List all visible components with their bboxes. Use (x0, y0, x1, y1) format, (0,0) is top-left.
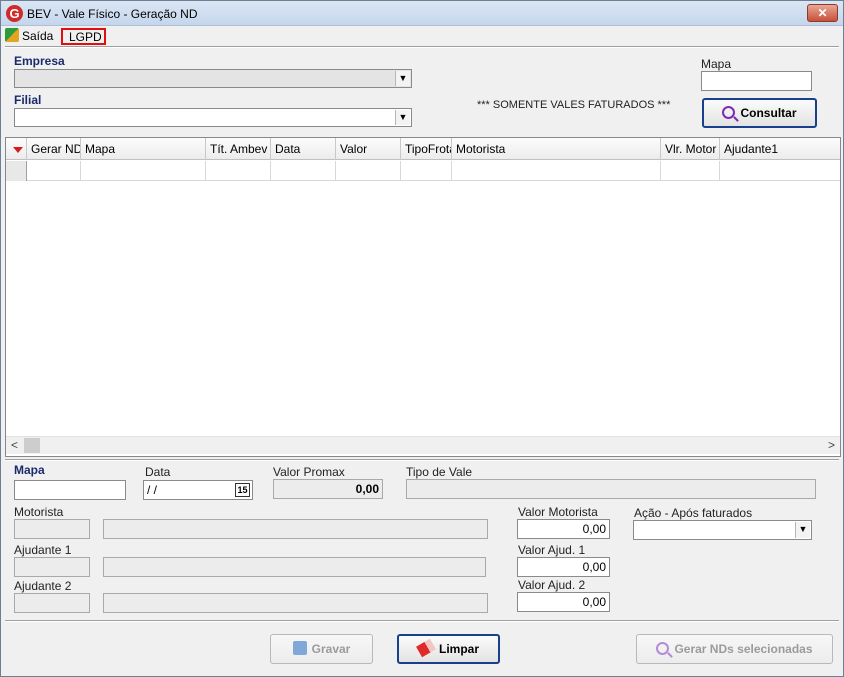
valor-ajud1-label: Valor Ajud. 1 (518, 543, 586, 557)
ajudante1-label: Ajudante 1 (14, 543, 72, 557)
data-label: Data (145, 465, 171, 479)
chevron-down-icon[interactable]: ▼ (795, 522, 810, 538)
table-row[interactable] (6, 161, 840, 181)
valor-ajud2-label: Valor Ajud. 2 (518, 578, 586, 592)
window-title: BEV - Vale Físico - Geração ND (27, 7, 198, 21)
mapa-detail-label: Mapa (14, 463, 45, 477)
consultar-button[interactable]: Consultar (702, 98, 817, 128)
valor-motorista-label: Valor Motorista (518, 505, 598, 519)
exit-icon (5, 28, 19, 42)
menu-lgpd-label: LGPD (69, 30, 102, 44)
limpar-button[interactable]: Limpar (397, 634, 500, 664)
col-gerar-nd[interactable]: Gerar ND (27, 138, 81, 160)
menu-lgpd[interactable]: LGPD (61, 28, 106, 45)
select-all-header[interactable] (6, 138, 27, 160)
cell-ajudante1[interactable] (720, 161, 840, 181)
col-data[interactable]: Data (271, 138, 336, 160)
limpar-label: Limpar (438, 642, 479, 656)
sort-down-icon (13, 147, 23, 153)
cell-gerar-nd[interactable] (27, 161, 81, 181)
valor-ajud1-input[interactable]: 0,00 (517, 557, 610, 577)
cell-motorista[interactable] (452, 161, 661, 181)
gerar-nds-button[interactable]: Gerar NDs selecionadas (636, 634, 833, 664)
cell-mapa[interactable] (81, 161, 206, 181)
acao-label: Ação - Após faturados (634, 506, 753, 520)
col-vlr-motor[interactable]: Vlr. Motor (661, 138, 720, 160)
scroll-left-icon[interactable]: < (6, 437, 23, 454)
faturados-notice: *** SOMENTE VALES FATURADOS *** (477, 99, 671, 111)
save-icon (292, 641, 307, 655)
grid-header: Gerar ND Mapa Tít. Ambev Data Valor Tipo… (6, 138, 840, 160)
chevron-down-icon[interactable]: ▼ (395, 110, 410, 125)
data-value: / / (147, 483, 158, 497)
cell-vlr-motor[interactable] (661, 161, 720, 181)
menu-divider (5, 46, 839, 48)
mapa-detail-input[interactable] (14, 480, 126, 500)
scroll-thumb[interactable] (24, 438, 40, 453)
filial-label: Filial (14, 93, 42, 107)
empresa-select[interactable]: ▼ (14, 69, 412, 88)
tipo-vale-field (406, 479, 816, 499)
ajudante2-label: Ajudante 2 (14, 579, 72, 593)
col-mapa[interactable]: Mapa (81, 138, 206, 160)
calendar-icon[interactable]: 15 (235, 483, 250, 497)
empresa-label: Empresa (14, 54, 65, 68)
cell-tit-ambev[interactable] (206, 161, 271, 181)
ajudante2-name-field (103, 593, 488, 613)
valor-promax-label: Valor Promax (273, 465, 345, 479)
close-button[interactable]: ✕ (807, 4, 838, 22)
ajudante2-code-field (14, 593, 90, 613)
search-icon (656, 642, 670, 655)
ajudante1-code-field (14, 557, 90, 577)
col-valor[interactable]: Valor (336, 138, 401, 160)
consultar-label: Consultar (740, 106, 797, 120)
app-logo-icon: G (6, 5, 23, 22)
mapa-filter-label: Mapa (701, 57, 732, 71)
cell-data[interactable] (271, 161, 336, 181)
valor-promax-field: 0,00 (273, 479, 383, 499)
scroll-right-icon[interactable]: > (823, 437, 840, 454)
cell-tipofrota[interactable] (401, 161, 452, 181)
acao-select[interactable]: ▼ (633, 520, 812, 540)
motorista-label: Motorista (14, 505, 64, 519)
menu-bar: Saída LGPD (1, 27, 843, 45)
filial-select[interactable]: ▼ (14, 108, 412, 127)
results-grid[interactable]: Gerar ND Mapa Tít. Ambev Data Valor Tipo… (5, 137, 841, 457)
menu-saida[interactable]: Saída (5, 28, 53, 45)
row-indicator[interactable] (6, 161, 27, 181)
grid-divider (5, 459, 839, 461)
valor-motorista-input[interactable]: 0,00 (517, 519, 610, 539)
eraser-icon (416, 638, 436, 658)
app-window: G BEV - Vale Físico - Geração ND ✕ Saída… (0, 0, 844, 677)
valor-ajud2-input[interactable]: 0,00 (517, 592, 610, 612)
footer-divider (5, 620, 839, 622)
motorista-name-field (103, 519, 488, 539)
gravar-label: Gravar (311, 642, 351, 656)
tipo-vale-label: Tipo de Vale (406, 465, 473, 479)
motorista-code-field (14, 519, 90, 539)
search-icon (722, 106, 736, 119)
mapa-filter-input[interactable] (701, 71, 812, 91)
col-ajudante1[interactable]: Ajudante1 (720, 138, 840, 160)
gravar-button[interactable]: Gravar (270, 634, 373, 664)
col-tit-ambev[interactable]: Tít. Ambev (206, 138, 271, 160)
data-input[interactable]: / / 15 (143, 480, 253, 500)
col-motorista[interactable]: Motorista (452, 138, 661, 160)
chevron-down-icon[interactable]: ▼ (395, 71, 410, 86)
title-bar: G BEV - Vale Físico - Geração ND ✕ (1, 1, 843, 26)
menu-saida-label: Saída (22, 29, 54, 43)
cell-valor[interactable] (336, 161, 401, 181)
gerar-nds-label: Gerar NDs selecionadas (674, 642, 813, 656)
horizontal-scrollbar[interactable]: < > (6, 436, 840, 454)
col-tipofrota[interactable]: TipoFrota (401, 138, 452, 160)
ajudante1-name-field (103, 557, 486, 577)
